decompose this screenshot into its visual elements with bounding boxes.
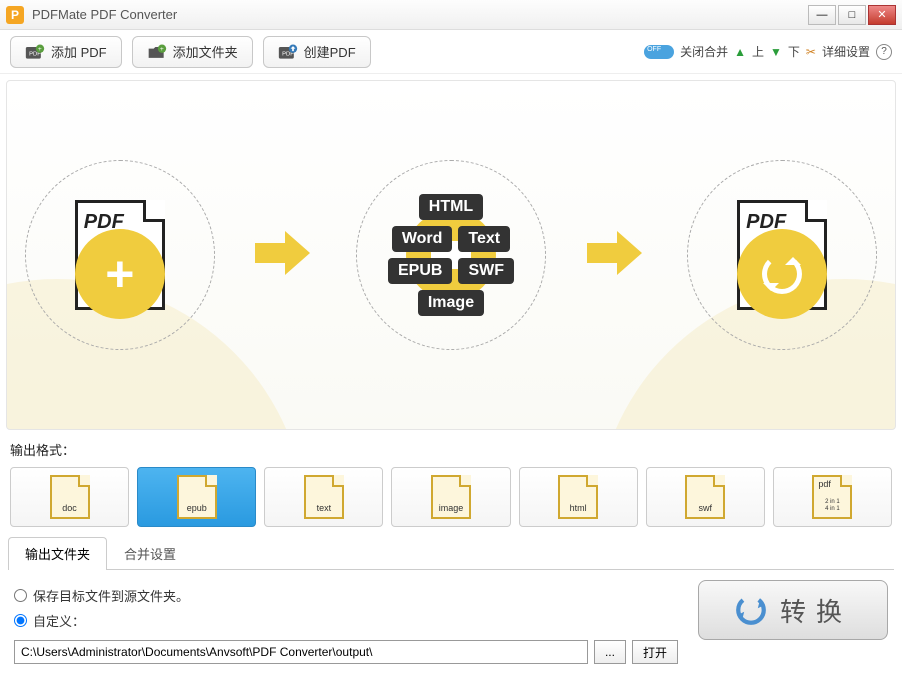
input-circle[interactable]: PDF ん +: [25, 160, 215, 350]
custom-path-label: 自定义：: [33, 611, 85, 630]
add-pdf-label: 添加 PDF: [51, 42, 107, 61]
format-html: HTML: [419, 194, 483, 220]
convert-icon: [734, 593, 768, 627]
help-icon[interactable]: ?: [876, 44, 892, 60]
titlebar: P PDFMate PDF Converter — □ ✕: [0, 0, 902, 30]
window-title: PDFMate PDF Converter: [32, 7, 808, 22]
output-options: 保存目标文件到源文件夹。 自定义： ... 打开: [14, 580, 678, 664]
minimize-button[interactable]: —: [808, 5, 836, 25]
add-folder-label: 添加文件夹: [173, 42, 238, 61]
tab-output-folder[interactable]: 输出文件夹: [8, 537, 107, 570]
svg-text:+: +: [38, 46, 42, 53]
output-path-input[interactable]: [14, 640, 588, 664]
add-pdf-icon: PDF+: [25, 43, 45, 61]
add-orb-icon: +: [75, 229, 165, 319]
format-circle[interactable]: HTML Word Text EPUB SWF Image: [356, 160, 546, 350]
app-logo-icon: P: [6, 6, 24, 24]
format-swf: SWF: [458, 258, 514, 284]
add-folder-button[interactable]: + 添加文件夹: [132, 36, 253, 68]
workflow-stage: PDF ん + HTML Word Text EPUB SWF Image PD…: [6, 80, 896, 430]
maximize-button[interactable]: □: [838, 5, 866, 25]
add-pdf-button[interactable]: PDF+ 添加 PDF: [10, 36, 122, 68]
format-image-button[interactable]: image: [391, 467, 510, 527]
svg-text:+: +: [160, 46, 164, 53]
create-pdf-label: 创建PDF: [304, 42, 356, 61]
down-label: 下: [788, 43, 800, 60]
format-text: Text: [458, 226, 510, 252]
create-pdf-button[interactable]: PDF 创建PDF: [263, 36, 371, 68]
custom-path-radio[interactable]: [14, 614, 27, 627]
arrow-icon: [250, 223, 320, 288]
convert-label: 转换: [780, 592, 852, 629]
format-epub-button[interactable]: epub: [137, 467, 256, 527]
save-to-source-label: 保存目标文件到源文件夹。: [33, 586, 189, 605]
output-circle[interactable]: PDF ん: [687, 160, 877, 350]
move-up-icon[interactable]: ▲: [734, 45, 746, 59]
browse-button[interactable]: ...: [594, 640, 626, 664]
arrow-icon: [582, 223, 652, 288]
move-down-icon[interactable]: ▼: [770, 45, 782, 59]
format-word: Word: [392, 226, 453, 252]
convert-button[interactable]: 转换: [698, 580, 888, 640]
format-image: Image: [418, 290, 484, 316]
add-folder-icon: +: [147, 43, 167, 61]
close-button[interactable]: ✕: [868, 5, 896, 25]
format-swf-button[interactable]: swf: [646, 467, 765, 527]
format-pdf-button[interactable]: pdf2 in 1 4 in 1: [773, 467, 892, 527]
merge-toggle[interactable]: [644, 45, 674, 59]
format-bar: doc epub text image html swf pdf2 in 1 4…: [0, 463, 902, 537]
format-epub: EPUB: [388, 258, 452, 284]
bottom-tabs: 输出文件夹 合并设置: [8, 537, 894, 570]
format-html-button[interactable]: html: [519, 467, 638, 527]
format-text-button[interactable]: text: [264, 467, 383, 527]
create-pdf-icon: PDF: [278, 43, 298, 61]
open-folder-button[interactable]: 打开: [632, 640, 678, 664]
output-format-label: 输出格式：: [0, 436, 902, 463]
format-doc-button[interactable]: doc: [10, 467, 129, 527]
advanced-settings-label[interactable]: 详细设置: [822, 43, 870, 60]
tab-merge-settings[interactable]: 合并设置: [107, 537, 193, 569]
save-to-source-radio[interactable]: [14, 589, 27, 602]
up-label: 上: [752, 43, 764, 60]
convert-orb-icon: [737, 229, 827, 319]
settings-icon[interactable]: ✂: [806, 45, 816, 59]
main-toolbar: PDF+ 添加 PDF + 添加文件夹 PDF 创建PDF 关闭合并 ▲上 ▼下…: [0, 30, 902, 74]
merge-off-label: 关闭合并: [680, 43, 728, 60]
folder-orb-icon: [406, 210, 496, 300]
